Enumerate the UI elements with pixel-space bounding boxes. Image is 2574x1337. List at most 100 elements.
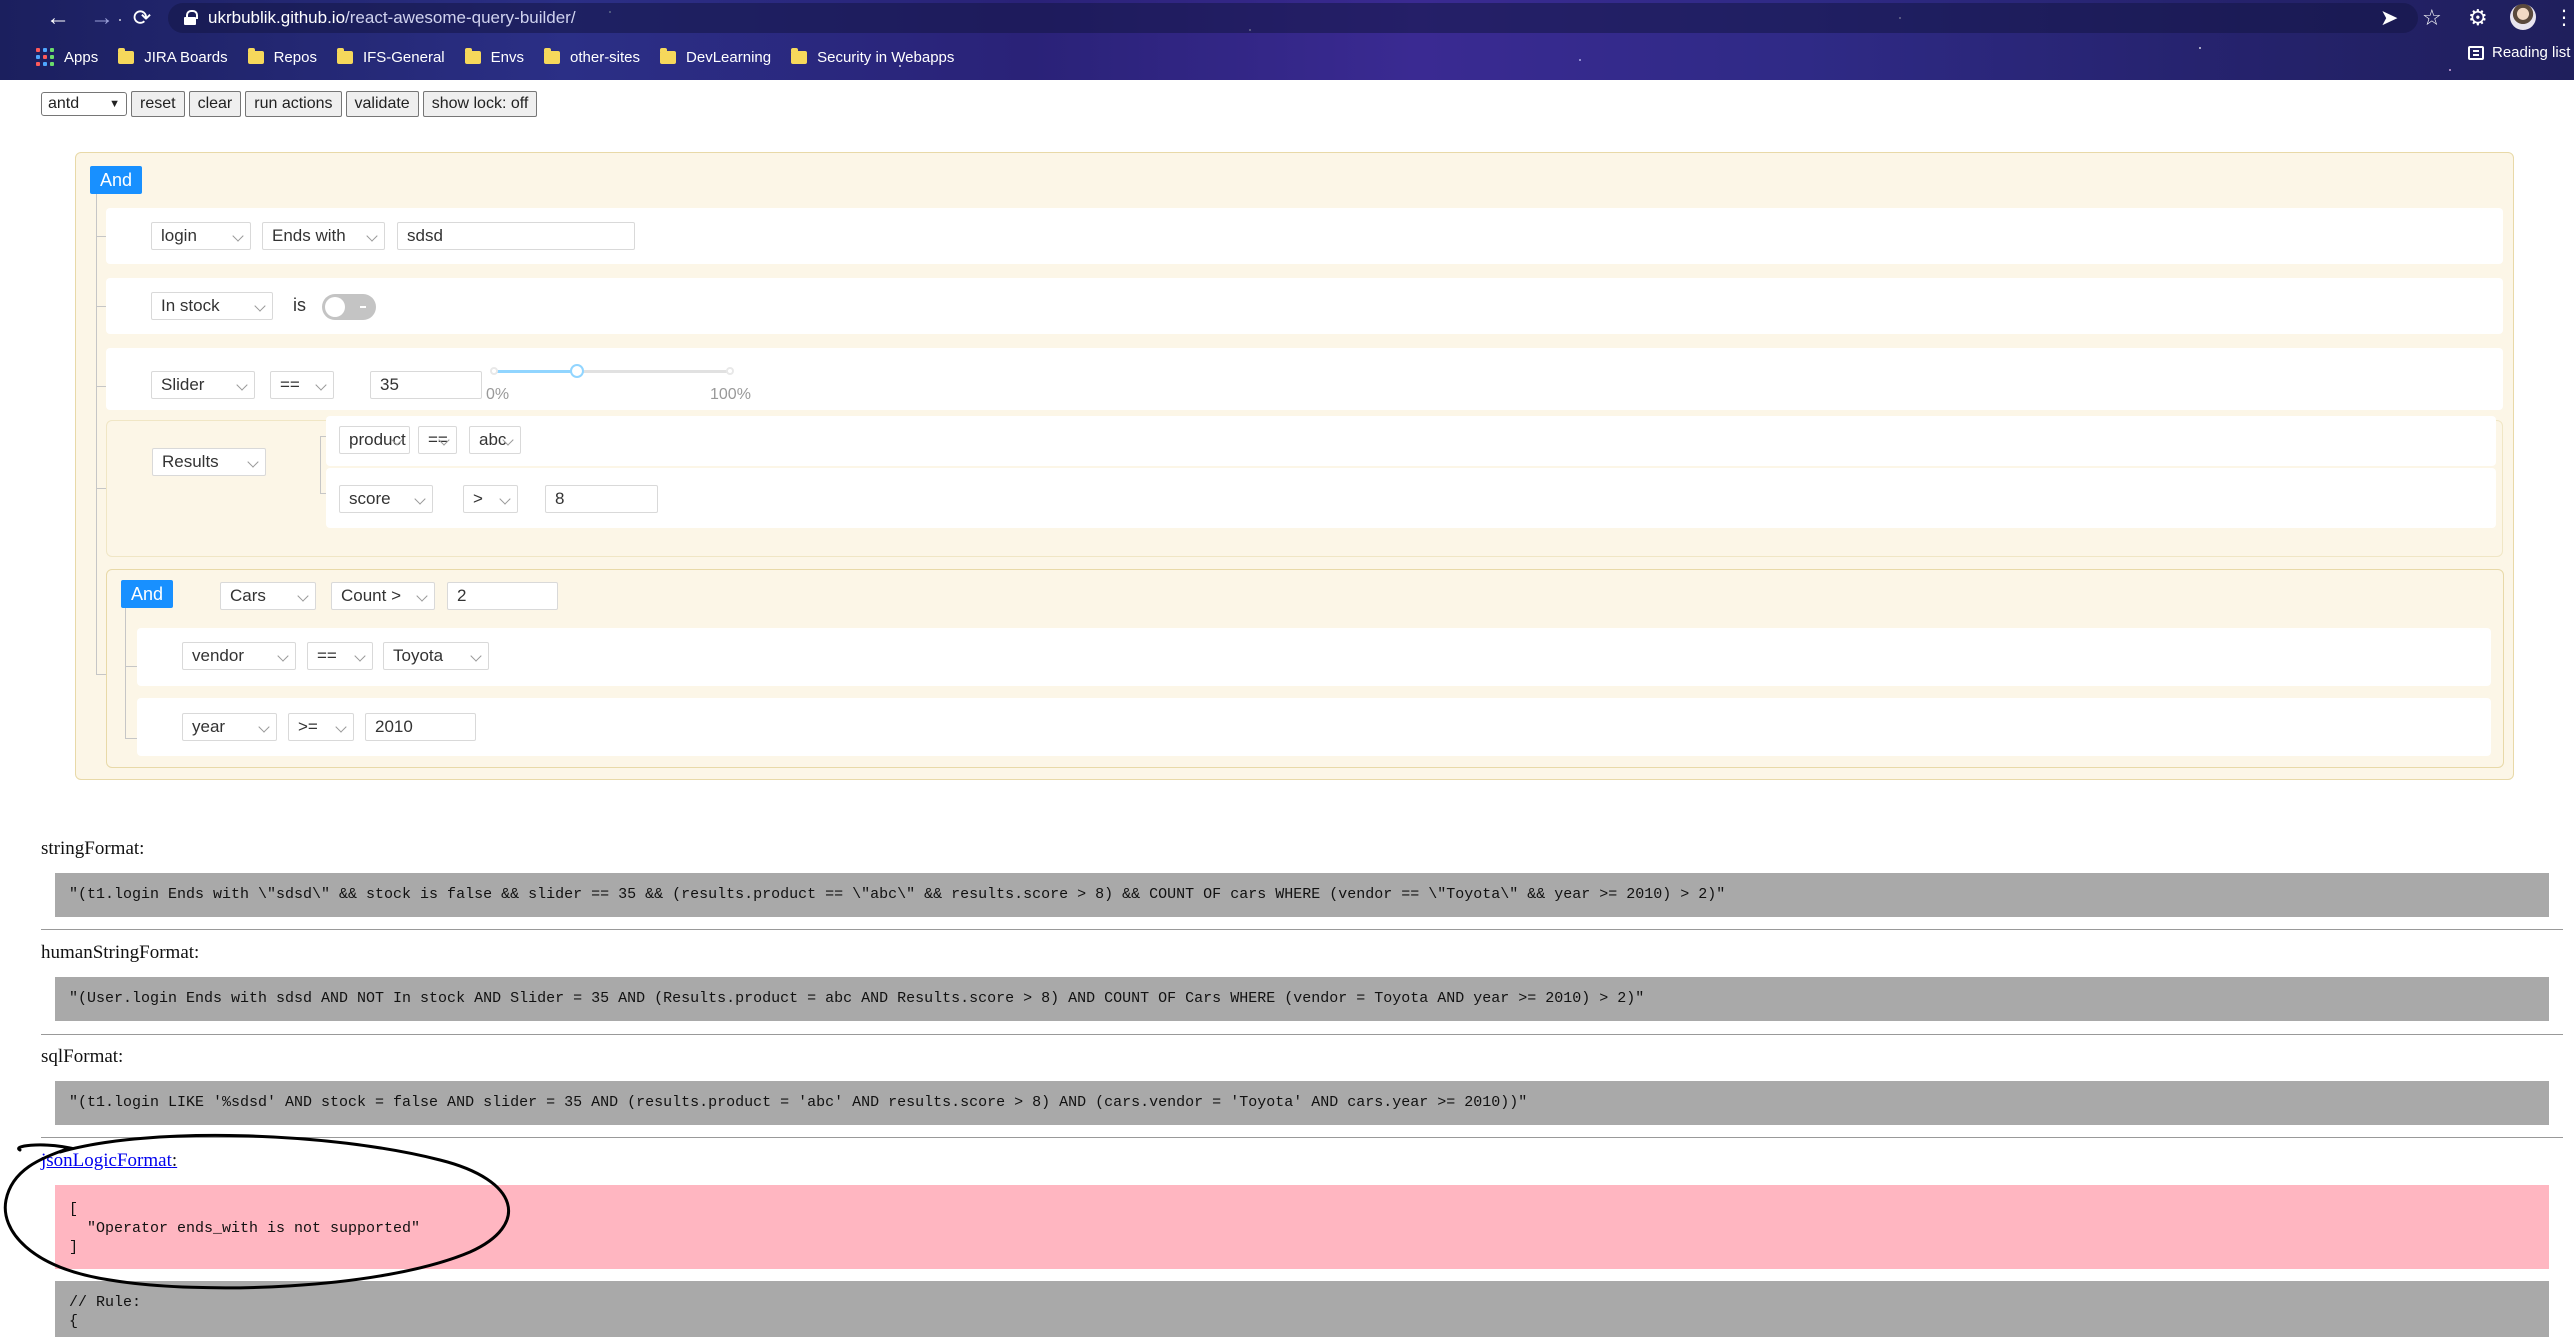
chevron-down-icon	[247, 456, 259, 468]
group-operator-select[interactable]: Count >	[331, 582, 435, 610]
string-format-output: "(t1.login Ends with \"sdsd\" && stock i…	[55, 873, 2549, 917]
profile-avatar[interactable]	[2510, 4, 2536, 30]
chevron-down-icon	[499, 493, 511, 505]
operator-select[interactable]: >=	[288, 713, 354, 741]
theme-select[interactable]: antd ▼	[41, 92, 127, 116]
group-field-select[interactable]: Results	[152, 448, 266, 476]
value-select[interactable]: Toyota	[383, 642, 489, 670]
operator-select[interactable]: Ends with	[262, 222, 385, 250]
operator-select[interactable]: >	[463, 485, 518, 513]
bookmark-repos[interactable]: Repos	[247, 47, 317, 66]
group-field-select[interactable]: Cars	[220, 582, 316, 610]
chevron-down-icon	[232, 230, 244, 242]
demo-toolbar: antd ▼ reset clear run actions validate s…	[41, 91, 538, 117]
string-format-label: stringFormat:	[41, 838, 145, 859]
field-select[interactable]: year	[182, 713, 277, 741]
root-conjunction-and[interactable]: And	[90, 166, 143, 194]
boolean-switch[interactable]	[322, 294, 376, 320]
rule-year: year >= 2010	[137, 698, 2491, 756]
reload-icon[interactable]: ⟳	[128, 4, 156, 32]
sql-format-label: sqlFormat:	[41, 1046, 124, 1067]
url-text[interactable]: ukrbublik.github.io/react-awesome-query-…	[208, 8, 576, 28]
chevron-down-icon	[236, 379, 248, 391]
value-slider[interactable]: 0% 100%	[486, 364, 751, 404]
reading-list-button[interactable]: Reading list	[2468, 44, 2570, 61]
rule-in-stock: In stock is	[106, 278, 2503, 334]
rule-vendor: vendor == Toyota	[137, 628, 2491, 686]
rule-score: score > 8	[326, 468, 2496, 528]
forward-arrow-icon[interactable]: →	[88, 4, 116, 32]
chevron-down-icon	[315, 379, 327, 391]
operator-select[interactable]: ==	[418, 426, 457, 454]
address-bar[interactable]: ukrbublik.github.io/react-awesome-query-…	[168, 3, 2418, 33]
chevron-down-icon	[416, 590, 428, 602]
show-lock-button[interactable]: show lock: off	[422, 91, 538, 117]
value-input[interactable]: 2010	[365, 713, 476, 741]
folder-icon	[464, 47, 481, 64]
field-select[interactable]: login	[151, 222, 251, 250]
chevron-down-icon	[254, 300, 266, 312]
field-select[interactable]: score	[339, 485, 433, 513]
bookmark-envs[interactable]: Envs	[464, 47, 524, 66]
field-select[interactable]: vendor	[182, 642, 296, 670]
tree-connector	[125, 666, 137, 667]
bookmark-security-in-webapps[interactable]: Security in Webapps	[791, 47, 954, 66]
folder-icon	[247, 47, 264, 64]
slider-max-dot	[726, 367, 734, 375]
field-select[interactable]: In stock	[151, 292, 273, 320]
divider	[41, 1034, 2563, 1035]
folder-icon	[336, 47, 353, 64]
extensions-puzzle-icon[interactable]: ⚙	[2468, 6, 2488, 30]
folder-icon	[791, 47, 808, 64]
chevron-down-icon	[354, 650, 366, 662]
field-select[interactable]: product	[339, 426, 410, 454]
send-tab-icon[interactable]: ➤	[2380, 6, 2398, 30]
value-input[interactable]: 8	[545, 485, 658, 513]
sql-format-output: "(t1.login LIKE '%sdsd' AND stock = fals…	[55, 1081, 2549, 1125]
slider-handle[interactable]	[569, 364, 584, 378]
chevron-down-icon	[470, 650, 482, 662]
hand-drawn-circle-annotation	[3, 1133, 511, 1290]
value-input[interactable]: sdsd	[397, 222, 635, 250]
cars-conjunction-and[interactable]: And	[121, 580, 174, 608]
field-select[interactable]: Slider	[151, 371, 255, 399]
browser-chrome: ← → ⟳ ukrbublik.github.io/react-awesome-…	[0, 0, 2574, 80]
folder-icon	[660, 47, 677, 64]
human-string-format-label: humanStringFormat:	[41, 942, 200, 963]
chevron-down-icon	[335, 721, 347, 733]
results-rule-group: Results product == abc score > 8	[106, 416, 2503, 557]
slider-max-label: 100%	[710, 386, 751, 403]
rule-product: product == abc	[326, 416, 2496, 466]
query-builder-root-group: And login Ends with sdsd In stock is Sli…	[75, 152, 2514, 780]
slider-min-dot	[490, 367, 498, 375]
operator-label: is	[293, 295, 306, 315]
tree-connector	[320, 436, 321, 493]
chevron-down-icon: ▼	[109, 98, 120, 110]
folder-icon	[544, 47, 560, 64]
divider	[41, 929, 2563, 930]
slider-fill	[494, 370, 577, 373]
bookmark-apps[interactable]: Apps	[36, 48, 98, 66]
value-input[interactable]: 35	[370, 371, 482, 399]
bookmark-other-sites[interactable]: other-sites	[544, 47, 640, 66]
operator-select[interactable]: ==	[307, 642, 373, 670]
run-actions-button[interactable]: run actions	[245, 91, 342, 117]
operator-select[interactable]: ==	[270, 371, 334, 399]
bookmark-ifs-general[interactable]: IFS-General	[336, 47, 445, 66]
chevron-down-icon	[366, 230, 378, 242]
bookmark-jira-boards[interactable]: JIRA Boards	[118, 47, 228, 66]
count-value-input[interactable]: 2	[447, 582, 558, 610]
rule-slider: Slider == 35 0% 100%	[106, 348, 2503, 410]
validate-button[interactable]: validate	[345, 91, 419, 117]
chevron-down-icon	[297, 590, 309, 602]
clear-button[interactable]: clear	[188, 91, 242, 117]
slider-min-label: 0%	[486, 386, 510, 403]
value-select[interactable]: abc	[469, 426, 521, 454]
back-arrow-icon[interactable]: ←	[44, 4, 72, 32]
reset-button[interactable]: reset	[131, 91, 185, 117]
human-string-format-output: "(User.login Ends with sdsd AND NOT In s…	[55, 977, 2549, 1021]
menu-dots-icon[interactable]: ⋮	[2554, 6, 2574, 30]
folder-icon	[118, 47, 135, 64]
bookmark-star-icon[interactable]: ☆	[2422, 6, 2442, 30]
bookmark-devlearning[interactable]: DevLearning	[660, 47, 771, 66]
